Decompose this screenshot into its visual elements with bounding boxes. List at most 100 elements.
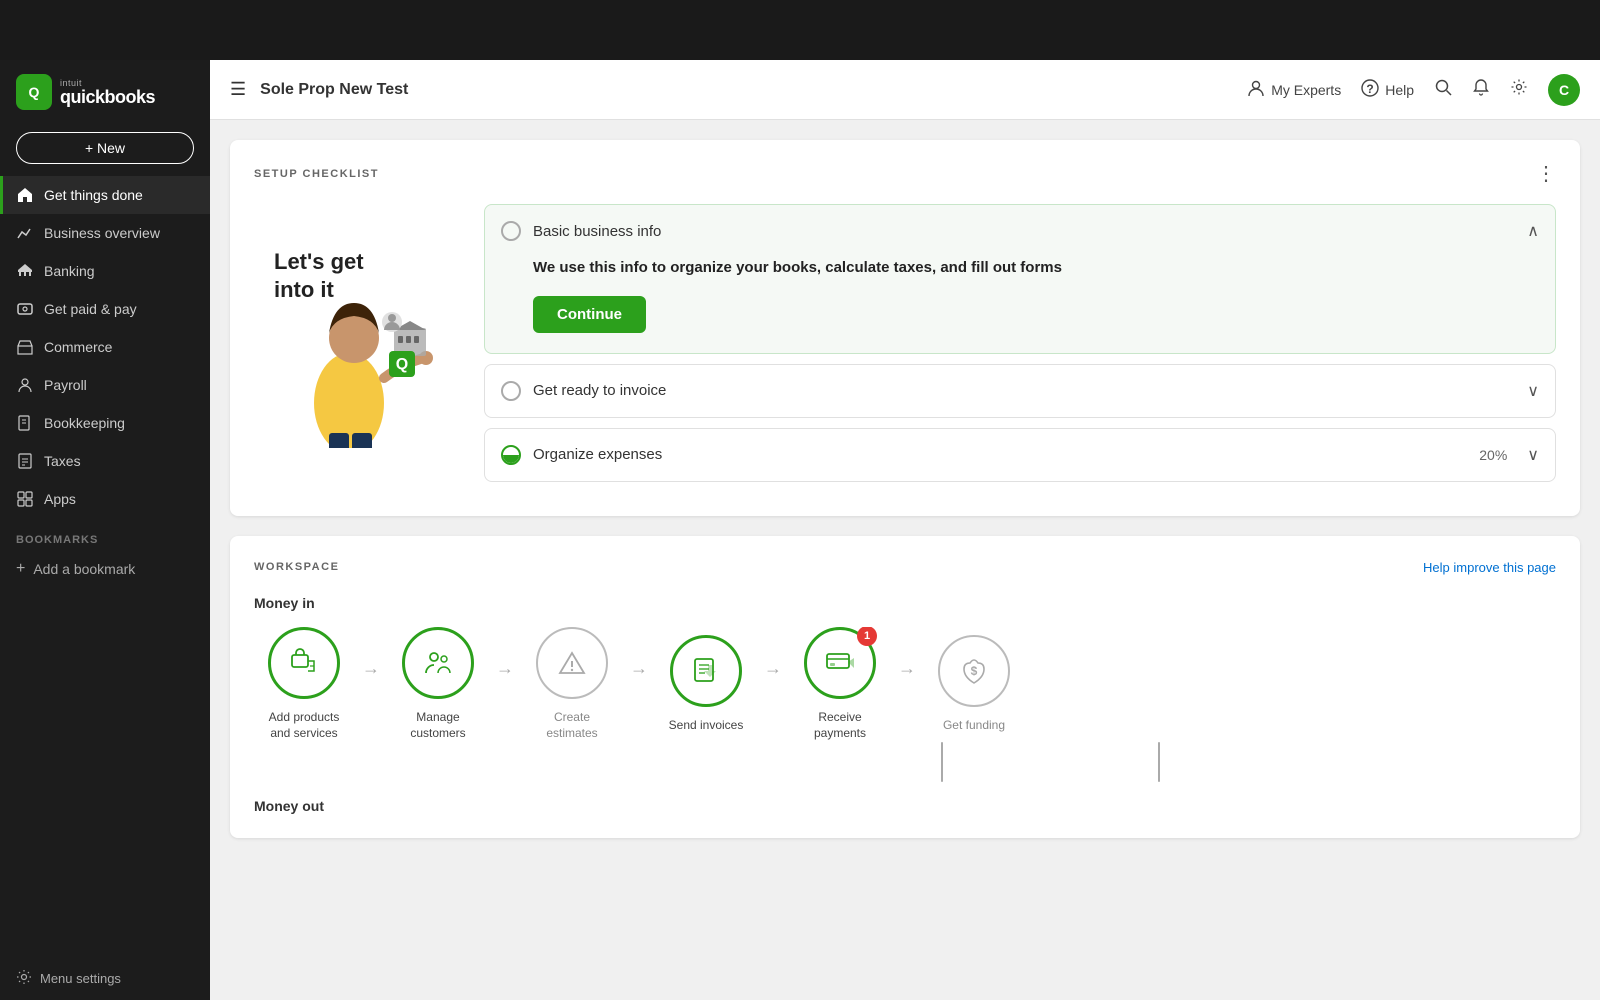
content-area: SETUP CHECKLIST ⋮ — [210, 120, 1600, 1000]
workflow-arrow-1: → — [362, 658, 380, 679]
menu-settings-button[interactable]: Menu settings — [0, 957, 210, 1000]
checklist-label-expenses: Organize expenses — [533, 446, 1467, 463]
checklist-radio-expenses — [501, 445, 521, 465]
three-dot-menu-button[interactable]: ⋮ — [1536, 164, 1556, 184]
checklist-percent-expenses: 20% — [1479, 447, 1507, 463]
book-icon — [16, 414, 34, 432]
help-button[interactable]: ? Help — [1361, 79, 1414, 100]
user-avatar[interactable]: C — [1548, 74, 1580, 106]
sidebar-item-business-overview[interactable]: Business overview — [0, 214, 210, 252]
bookmarks-label: BOOKMARKS — [16, 534, 194, 546]
experts-icon — [1247, 79, 1265, 100]
workflow-item-receive-payments[interactable]: 1 Receivepayments — [790, 627, 890, 743]
home-icon — [16, 186, 34, 204]
checklist-radio-invoice — [501, 381, 521, 401]
setup-checklist-label: SETUP CHECKLIST — [254, 168, 379, 180]
nav-label-banking: Banking — [44, 263, 95, 279]
chevron-up-icon: ∧ — [1527, 221, 1539, 241]
quickbooks-label: quickbooks — [60, 88, 155, 106]
workflow-arrow-3: → — [630, 658, 648, 679]
chart-icon — [16, 224, 34, 242]
money-out-label: Money out — [254, 798, 1556, 814]
sidebar-item-get-paid-pay[interactable]: Get paid & pay — [0, 290, 210, 328]
setup-illustration: Q Let's get into it — [254, 204, 454, 492]
workflow-item-add-products[interactable]: Add productsand services — [254, 627, 354, 743]
help-improve-link[interactable]: Help improve this page — [1423, 560, 1556, 575]
workspace-card: WORKSPACE Help improve this page Money i… — [230, 536, 1580, 839]
workflow-circle-send-invoices — [670, 635, 742, 707]
continue-button[interactable]: Continue — [533, 296, 646, 333]
workflow-label-receive-payments: Receivepayments — [814, 709, 866, 743]
add-bookmark-button[interactable]: + Add a bookmark — [16, 554, 194, 584]
workflow-arrow-2: → — [496, 658, 514, 679]
workflow-label-manage-customers: Managecustomers — [410, 709, 465, 743]
nav-label-get-paid-pay: Get paid & pay — [44, 301, 137, 317]
svg-text:Q: Q — [29, 84, 40, 100]
sidebar-item-apps[interactable]: Apps — [0, 480, 210, 518]
checklist-label-basic-info: Basic business info — [533, 223, 1515, 240]
chevron-down-icon-invoice: ∨ — [1527, 381, 1539, 401]
workflow-item-create-estimates[interactable]: Createestimates — [522, 627, 622, 743]
workflow-item-manage-customers[interactable]: Managecustomers — [388, 627, 488, 743]
bank-icon — [16, 262, 34, 280]
workflow-arrow-4: → — [764, 658, 782, 679]
store-icon — [16, 338, 34, 356]
checklist-item-basic-info: Basic business info ∧ We use this info t… — [484, 204, 1556, 354]
sidebar-item-taxes[interactable]: Taxes — [0, 442, 210, 480]
sidebar-item-commerce[interactable]: Commerce — [0, 328, 210, 366]
checklist-label-invoice: Get ready to invoice — [533, 382, 1515, 399]
workflow-circle-add-products — [268, 627, 340, 699]
sidebar-item-bookkeeping[interactable]: Bookkeeping — [0, 404, 210, 442]
svg-text:$: $ — [971, 664, 978, 678]
quickbooks-logo-icon: Q — [16, 74, 52, 110]
nav-label-apps: Apps — [44, 491, 76, 507]
workflow-arrow-5: → — [898, 658, 916, 679]
bookmarks-section: BOOKMARKS + Add a bookmark — [0, 534, 210, 584]
setup-checklist-items: Basic business info ∧ We use this info t… — [484, 204, 1556, 492]
setup-card-header: SETUP CHECKLIST ⋮ — [254, 164, 1556, 184]
workflow-label-get-funding: Get funding — [943, 717, 1005, 734]
svg-text:?: ? — [1367, 82, 1374, 96]
checklist-item-expenses: Organize expenses 20% ∨ — [484, 428, 1556, 482]
my-experts-button[interactable]: My Experts — [1247, 79, 1341, 100]
workflow-circle-create-estimates — [536, 627, 608, 699]
help-icon: ? — [1361, 79, 1379, 100]
header: ☰ Sole Prop New Test My Experts — [210, 60, 1600, 120]
add-bookmark-label: Add a bookmark — [33, 561, 135, 577]
workflow-label-add-products: Add productsand services — [269, 709, 340, 743]
page-title: Sole Prop New Test — [260, 81, 1247, 99]
workflow-item-get-funding[interactable]: $ Get funding — [924, 635, 1024, 734]
checklist-radio-basic-info — [501, 221, 521, 241]
search-icon[interactable] — [1434, 78, 1452, 101]
sidebar-item-payroll[interactable]: Payroll — [0, 366, 210, 404]
money-in-label: Money in — [254, 595, 1556, 611]
sidebar-logo: Q intuit quickbooks — [0, 60, 210, 124]
sidebar-item-get-things-done[interactable]: Get things done — [0, 176, 210, 214]
sidebar-item-banking[interactable]: Banking — [0, 252, 210, 290]
checklist-item-basic-info-body: We use this info to organize your books,… — [485, 257, 1555, 353]
setup-checklist-card: SETUP CHECKLIST ⋮ — [230, 140, 1580, 516]
workflow-circle-get-funding: $ — [938, 635, 1010, 707]
checklist-item-expenses-header[interactable]: Organize expenses 20% ∨ — [485, 429, 1555, 481]
workflow-item-send-invoices[interactable]: Send invoices — [656, 635, 756, 734]
grid-icon — [16, 490, 34, 508]
settings-icon[interactable] — [1510, 78, 1528, 101]
new-button[interactable]: + New — [16, 132, 194, 164]
checklist-item-invoice: Get ready to invoice ∨ — [484, 364, 1556, 418]
dollar-icon — [16, 300, 34, 318]
receive-payments-badge: 1 — [857, 627, 877, 646]
sidebar: Q intuit quickbooks + New Get things don… — [0, 60, 210, 1000]
checklist-item-invoice-header[interactable]: Get ready to invoice ∨ — [485, 365, 1555, 417]
checklist-desc-basic-info: We use this info to organize your books,… — [533, 257, 1539, 280]
nav-label-taxes: Taxes — [44, 453, 81, 469]
bell-icon[interactable] — [1472, 78, 1490, 101]
my-experts-label: My Experts — [1271, 82, 1341, 98]
checklist-item-basic-info-header[interactable]: Basic business info ∧ — [485, 205, 1555, 257]
workflow-label-create-estimates: Createestimates — [546, 709, 597, 743]
person-icon — [16, 376, 34, 394]
workflow-label-send-invoices: Send invoices — [669, 717, 744, 734]
tax-icon — [16, 452, 34, 470]
hamburger-icon[interactable]: ☰ — [230, 79, 246, 100]
help-label: Help — [1385, 82, 1414, 98]
nav-label-bookkeeping: Bookkeeping — [44, 415, 125, 431]
